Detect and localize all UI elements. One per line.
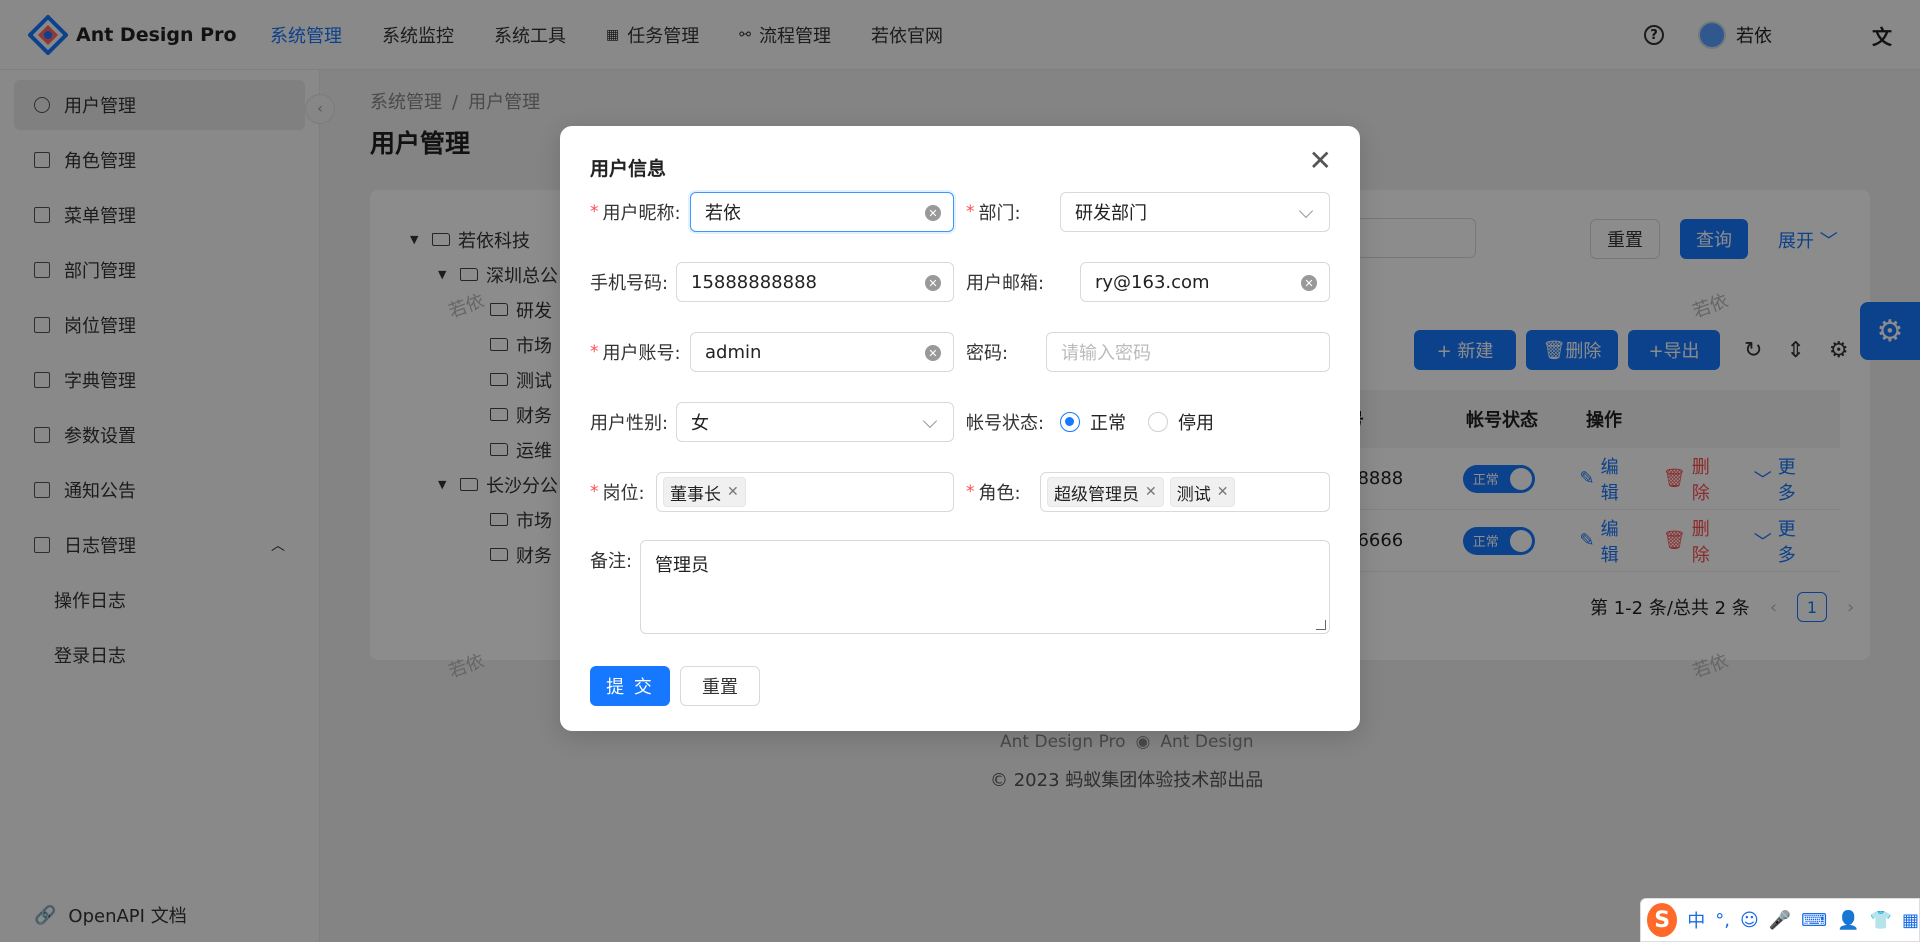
gender-label: 用户性别: (590, 413, 669, 434)
radio-disabled[interactable]: 停用 (1148, 409, 1214, 435)
email-label: 用户邮箱: (966, 273, 1045, 294)
clear-icon[interactable]: ✕ (925, 205, 941, 221)
radio-unchecked-icon (1148, 412, 1168, 432)
sogou-logo-icon[interactable]: S (1647, 903, 1678, 937)
resize-handle[interactable] (1316, 620, 1326, 630)
role-select[interactable]: 超级管理员 ✕ 测试 ✕ (1040, 472, 1330, 512)
clear-icon[interactable]: ✕ (925, 345, 941, 361)
remark-label: 备注: (590, 551, 633, 572)
role-label: 角色: (978, 483, 1021, 504)
chevron-down-icon (1298, 203, 1314, 219)
account-input[interactable]: admin ✕ (690, 332, 954, 372)
remark-textarea[interactable]: 管理员 (640, 540, 1330, 634)
phone-label: 手机号码: (590, 273, 669, 294)
radio-normal[interactable]: 正常 (1060, 409, 1126, 435)
tag-close-icon[interactable]: ✕ (1145, 484, 1157, 500)
skin-icon[interactable]: 👕 (1870, 910, 1892, 931)
phone-input[interactable]: 15888888888 ✕ (676, 262, 954, 302)
form-reset-button[interactable]: 重置 (680, 666, 760, 706)
post-tag: 董事长 ✕ (663, 477, 746, 507)
nickname-label: 用户昵称: (602, 203, 681, 224)
user-info-modal: 用户信息 ✕ * 用户昵称: 若依 ✕ * 部门: 研发部门 手机号码: 15888… (560, 126, 1360, 731)
punctuation-icon[interactable]: °, (1715, 910, 1730, 931)
form-row: 手机号码: 15888888888 ✕ 用户邮箱: ry@163.com ✕ (590, 262, 1330, 302)
ime-mode[interactable]: 中 (1687, 907, 1705, 933)
email-input[interactable]: ry@163.com ✕ (1080, 262, 1330, 302)
form-row: * 用户账号: admin ✕ 密码: 请输入密码 (590, 332, 1330, 372)
status-label: 帐号状态: (966, 413, 1045, 434)
microphone-icon[interactable]: 🎤 (1769, 910, 1791, 931)
tag-close-icon[interactable]: ✕ (727, 484, 739, 500)
clear-icon[interactable]: ✕ (1301, 275, 1317, 291)
password-input[interactable]: 请输入密码 (1046, 332, 1330, 372)
modal-title: 用户信息 (590, 158, 667, 180)
account-label: 用户账号: (602, 343, 681, 364)
user-icon[interactable]: 👤 (1837, 910, 1859, 931)
close-icon[interactable]: ✕ (1309, 144, 1332, 177)
form-row: 用户性别: 女 帐号状态: 正常 停用 (590, 402, 1330, 442)
gender-select[interactable]: 女 (676, 402, 954, 442)
form-row: * 用户昵称: 若依 ✕ * 部门: 研发部门 (590, 192, 1330, 232)
radio-checked-icon (1060, 412, 1080, 432)
form-row: * 岗位: 董事长 ✕ * 角色: 超级管理员 ✕ 测试 ✕ (590, 472, 1330, 512)
emoji-icon[interactable]: ☺ (1740, 910, 1759, 931)
ime-toolbar: S 中 °, ☺ 🎤 ⌨ 👤 👕 ▦ (1640, 898, 1920, 942)
submit-button[interactable]: 提 交 (590, 666, 670, 706)
chevron-down-icon (922, 413, 938, 429)
dept-select[interactable]: 研发部门 (1060, 192, 1330, 232)
dept-label: 部门: (978, 203, 1021, 224)
role-tag: 超级管理员 ✕ (1047, 477, 1164, 507)
clear-icon[interactable]: ✕ (925, 275, 941, 291)
password-label: 密码: (966, 343, 1009, 364)
toolbox-icon[interactable]: ▦ (1902, 910, 1919, 931)
post-select[interactable]: 董事长 ✕ (656, 472, 954, 512)
status-radio-group: 正常 停用 (1060, 402, 1236, 442)
keyboard-icon[interactable]: ⌨ (1801, 910, 1827, 931)
post-label: 岗位: (602, 483, 645, 504)
nickname-input[interactable]: 若依 ✕ (690, 192, 954, 232)
role-tag: 测试 ✕ (1169, 477, 1236, 507)
tag-close-icon[interactable]: ✕ (1217, 484, 1229, 500)
